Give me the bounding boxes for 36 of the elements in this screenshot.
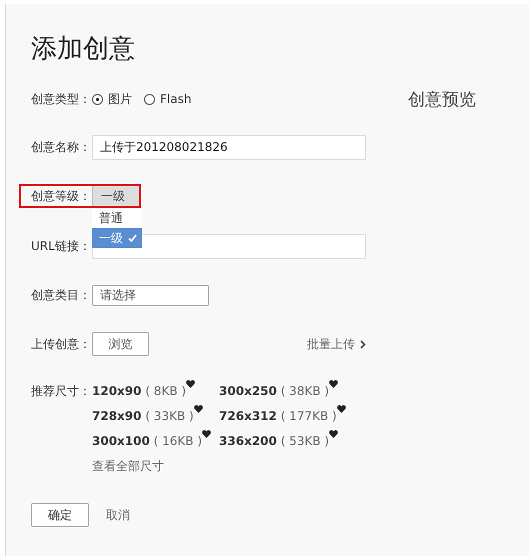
heart-icon (329, 430, 338, 438)
field-label: 创意等级： (31, 188, 92, 204)
preview-title: 创意预览 (408, 88, 476, 110)
size-spec: 336x200 ( 53KB ) (219, 434, 330, 448)
view-all-sizes-link[interactable]: 查看全部尺寸 (92, 454, 346, 479)
heart-icon (336, 405, 346, 413)
field-label: 创意名称： (31, 139, 92, 156)
cancel-link[interactable]: 取消 (106, 506, 130, 524)
size-spec: 728x90 ( 33KB ) (92, 409, 194, 423)
heart-icon (194, 405, 203, 413)
size-spec: 120x90 ( 8KB ) (92, 384, 186, 398)
page-title: 添加创意 (31, 33, 135, 66)
check-icon (128, 234, 137, 242)
batch-upload-link[interactable]: 批量上传 (307, 336, 366, 352)
heart-icon (329, 380, 338, 388)
radio-label: Flash (160, 92, 192, 106)
field-label: 上传创意： (31, 336, 92, 352)
size-spec: 726x312 ( 177KB ) (219, 409, 337, 423)
size-spec: 300x100 ( 16KB ) (92, 434, 202, 448)
heart-icon (202, 430, 212, 438)
radio-button[interactable] (144, 94, 155, 104)
confirm-button[interactable]: 确定 (31, 503, 89, 527)
heart-icon (186, 380, 196, 388)
radio-button[interactable] (92, 94, 103, 104)
field-label: 创意类型： (31, 90, 92, 108)
field-label: 推荐尺寸： (31, 383, 92, 400)
field-label: URL链接： (31, 238, 92, 255)
level-select[interactable]: 一级 (92, 186, 141, 206)
radio-label: 图片 (108, 90, 132, 108)
field-label: 创意类目： (31, 286, 92, 304)
browse-button[interactable]: 浏览 (92, 332, 149, 356)
input-field[interactable]: 上传于201208021826 (92, 135, 366, 160)
dropdown-option[interactable]: 普通 (92, 208, 142, 228)
category-select[interactable]: 请选择 (92, 284, 209, 306)
size-spec: 300x250 ( 38KB ) (219, 384, 330, 398)
chevron-icon (360, 340, 366, 348)
